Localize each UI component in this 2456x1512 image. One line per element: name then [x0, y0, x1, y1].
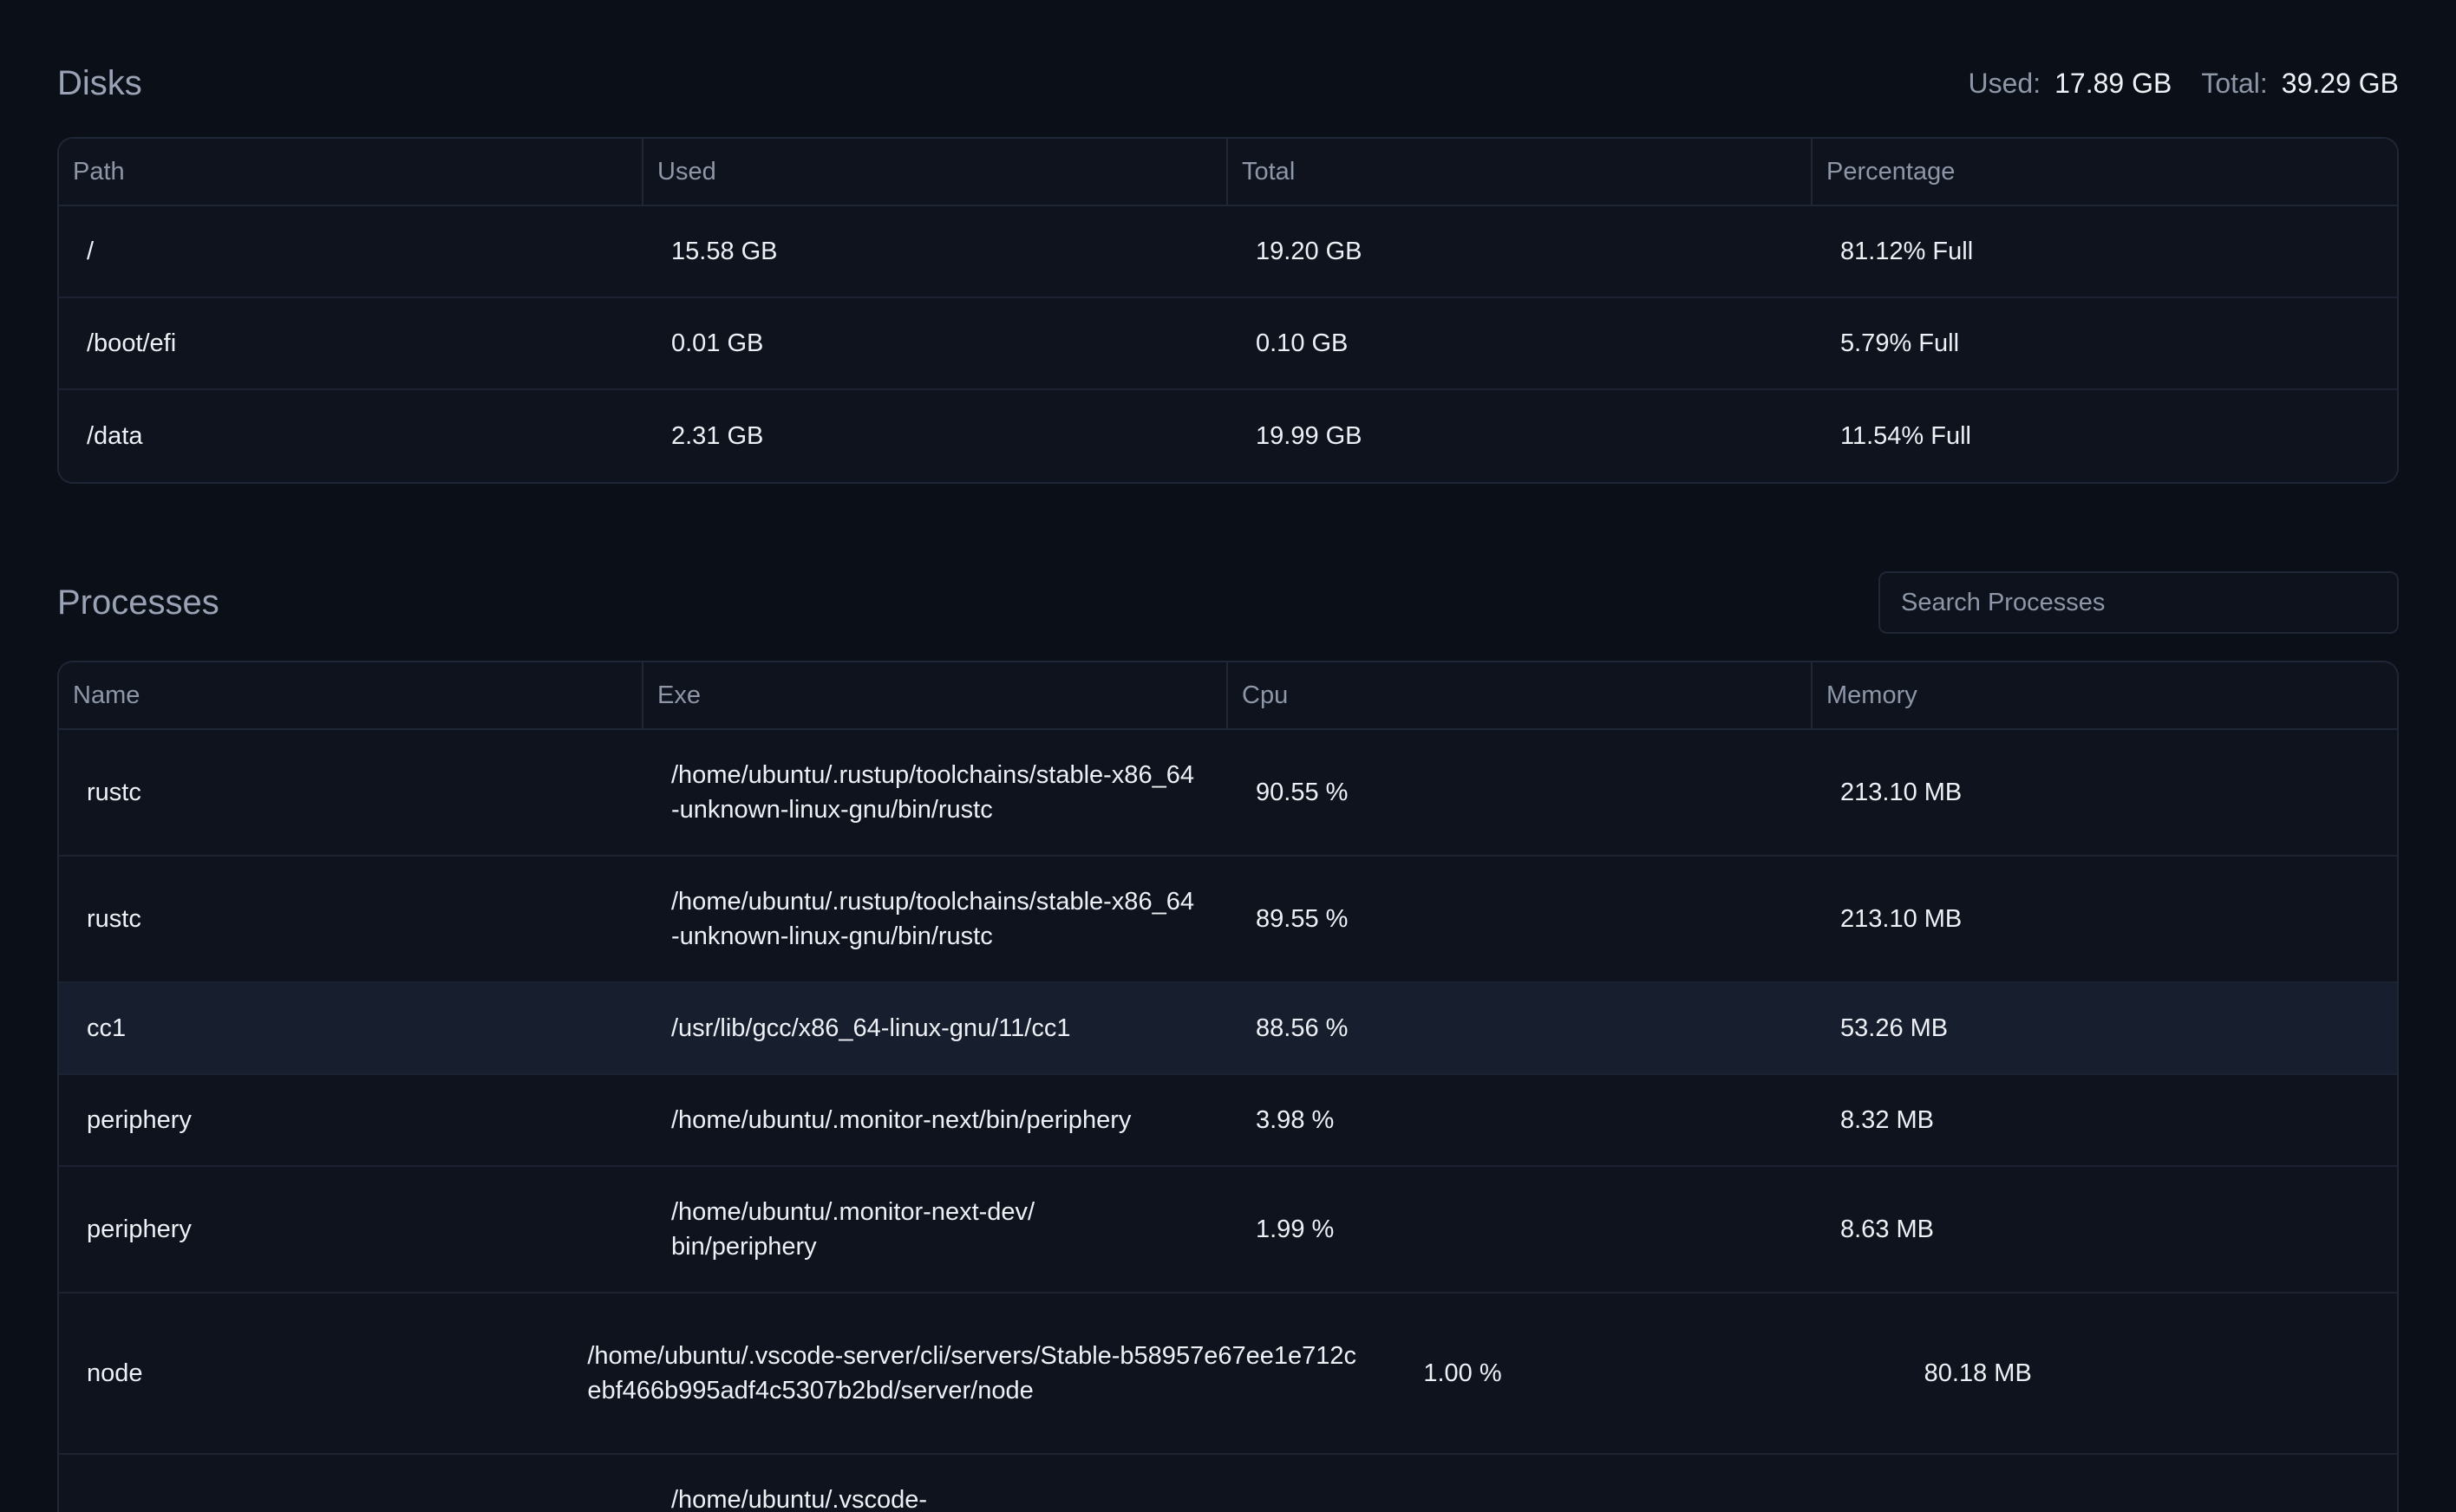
process-name: periphery: [87, 1215, 192, 1243]
process-cpu: 90.55 %: [1256, 779, 1349, 806]
process-memory: 8.63 MB: [1840, 1215, 1934, 1243]
table-row: /home/ubuntu/.vscode-: [59, 1455, 2397, 1512]
process-exe: /home/ubuntu/.vscode-server/cli/servers/…: [587, 1342, 1356, 1404]
process-name: periphery: [87, 1106, 192, 1134]
processes-table: Name Exe Cpu Memory rustc /home/ubuntu/.…: [57, 661, 2399, 1512]
process-memory: 80.18 MB: [1924, 1359, 2032, 1387]
process-memory: 213.10 MB: [1840, 779, 1963, 806]
disk-total: 0.10 GB: [1256, 329, 1349, 357]
table-row: /data 2.31 GB 19.99 GB 11.54% Full: [59, 390, 2397, 482]
process-exe: /usr/lib/gcc/x86_64-linux-gnu/11/cc1: [671, 1014, 1071, 1042]
table-row: node /home/ubuntu/.vscode-server/cli/ser…: [59, 1294, 2397, 1455]
processes-header: Processes: [57, 484, 2399, 661]
table-row: rustc /home/ubuntu/.rustup/toolchains/st…: [59, 857, 2397, 983]
process-name: rustc: [87, 905, 141, 933]
process-exe: /home/ubuntu/.rustup/toolchains/stable-x…: [671, 888, 1194, 950]
disk-used-label: Used:: [1968, 67, 2041, 99]
disks-table-header: Path Used Total Percentage: [59, 139, 2397, 206]
disk-total-label: Total:: [2201, 67, 2268, 99]
table-row: periphery /home/ubuntu/.monitor-next/bin…: [59, 1075, 2397, 1167]
process-memory: 53.26 MB: [1840, 1014, 1949, 1042]
process-cpu: 88.56 %: [1256, 1014, 1349, 1042]
disk-summary: Used: 17.89 GB Total: 39.29 GB: [1969, 68, 2399, 100]
disk-path: /: [87, 238, 95, 265]
disk-used-value: 17.89 GB: [2054, 67, 2172, 99]
disk-total: 19.99 GB: [1256, 422, 1362, 450]
disk-total: 19.20 GB: [1256, 238, 1362, 265]
disk-path: /boot/efi: [87, 329, 177, 357]
process-memory: 213.10 MB: [1840, 905, 1963, 933]
disks-title: Disks: [57, 63, 142, 102]
column-header-used[interactable]: Used: [643, 139, 1228, 205]
table-row: cc1 /usr/lib/gcc/x86_64-linux-gnu/11/cc1…: [59, 983, 2397, 1075]
table-row: rustc /home/ubuntu/.rustup/toolchains/st…: [59, 730, 2397, 857]
column-header-percentage[interactable]: Percentage: [1813, 139, 2397, 205]
system-stats-page: Disks Used: 17.89 GB Total: 39.29 GB Pat…: [0, 0, 2456, 1512]
process-exe: /home/ubuntu/.monitor-next/bin/periphery: [671, 1106, 1132, 1134]
process-name: cc1: [87, 1014, 127, 1042]
disk-used: 2.31 GB: [671, 422, 764, 450]
process-cpu: 1.99 %: [1256, 1215, 1335, 1243]
processes-title: Processes: [57, 583, 219, 622]
process-cpu: 89.55 %: [1256, 905, 1349, 933]
column-header-name[interactable]: Name: [59, 662, 643, 728]
disk-percentage: 5.79% Full: [1840, 329, 1960, 357]
column-header-exe[interactable]: Exe: [643, 662, 1228, 728]
search-processes-input[interactable]: [1878, 571, 2399, 634]
column-header-memory[interactable]: Memory: [1813, 662, 2397, 728]
process-name: rustc: [87, 779, 141, 806]
process-cpu: 1.00 %: [1423, 1359, 1502, 1387]
column-header-total[interactable]: Total: [1228, 139, 1813, 205]
process-exe: /home/ubuntu/.vscode-: [671, 1486, 928, 1512]
process-exe: /home/ubuntu/.rustup/toolchains/stable-x…: [671, 761, 1194, 824]
process-exe: /home/ubuntu/.monitor-next-dev/bin/perip…: [671, 1198, 1035, 1261]
table-row: periphery /home/ubuntu/.monitor-next-dev…: [59, 1167, 2397, 1294]
disk-used: 15.58 GB: [671, 238, 778, 265]
process-memory: 8.32 MB: [1840, 1106, 1934, 1134]
disks-header: Disks Used: 17.89 GB Total: 39.29 GB: [57, 0, 2399, 137]
column-header-cpu[interactable]: Cpu: [1228, 662, 1813, 728]
disk-percentage: 11.54% Full: [1840, 422, 1971, 450]
processes-table-header: Name Exe Cpu Memory: [59, 662, 2397, 730]
process-name: node: [87, 1359, 143, 1387]
column-header-path[interactable]: Path: [59, 139, 643, 205]
process-cpu: 3.98 %: [1256, 1106, 1335, 1134]
disk-total-value: 39.29 GB: [2281, 67, 2399, 99]
disks-table: Path Used Total Percentage / 15.58 GB 19…: [57, 137, 2399, 484]
table-row: / 15.58 GB 19.20 GB 81.12% Full: [59, 206, 2397, 298]
disk-used: 0.01 GB: [671, 329, 764, 357]
disk-path: /data: [87, 422, 143, 450]
table-row: /boot/efi 0.01 GB 0.10 GB 5.79% Full: [59, 298, 2397, 390]
disk-percentage: 81.12% Full: [1840, 238, 1974, 265]
